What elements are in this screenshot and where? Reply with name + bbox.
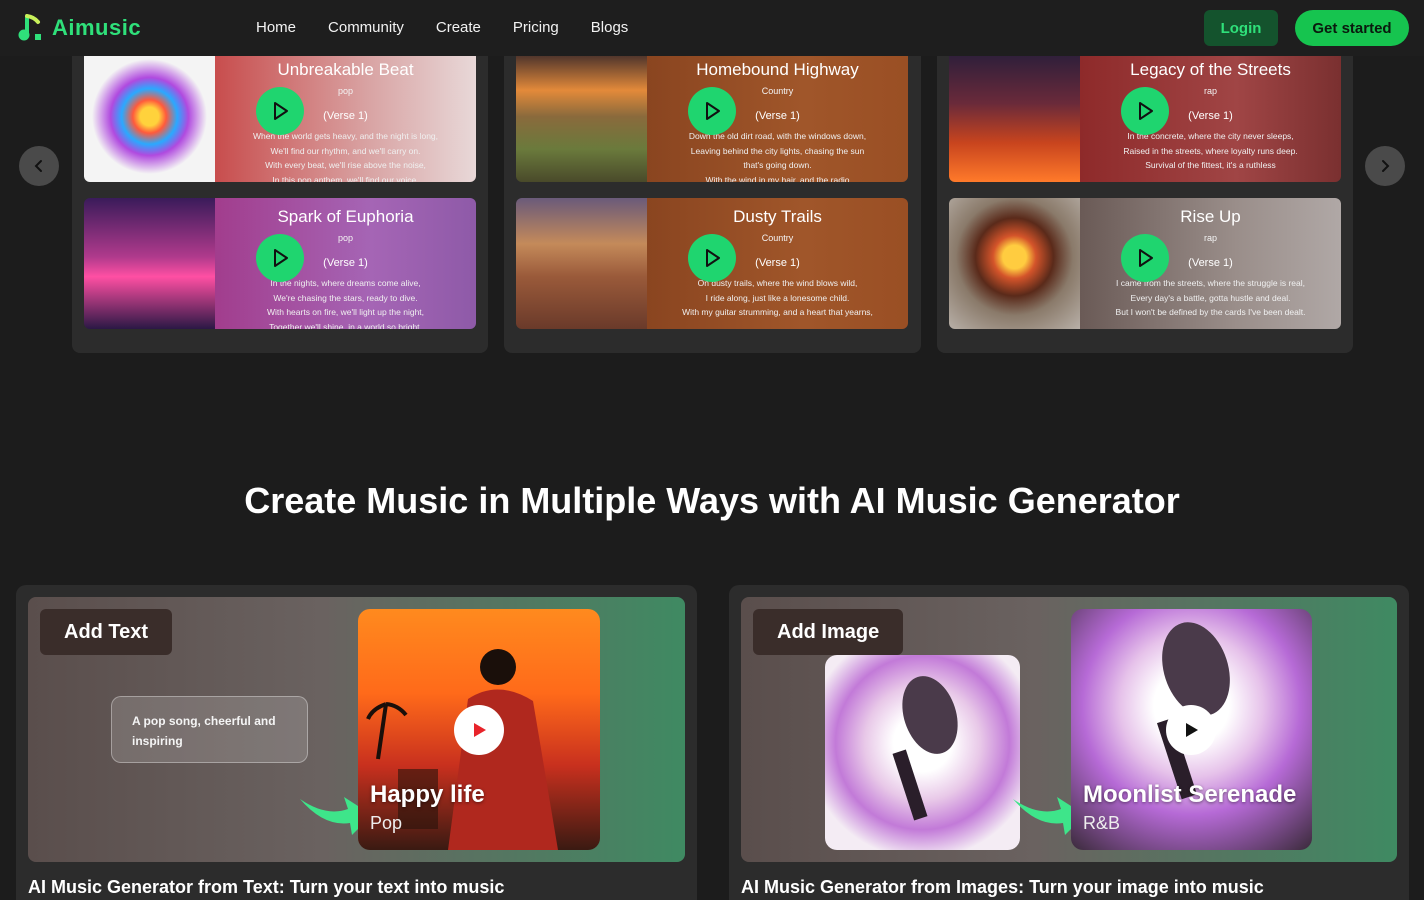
song-cover <box>84 51 215 182</box>
song-lyrics: In the concrete, where the city never sl… <box>1123 131 1298 170</box>
nav-create[interactable]: Create <box>436 19 481 36</box>
song-artwork[interactable]: Moonlist Serenade R&B <box>1071 609 1312 850</box>
play-button[interactable] <box>1121 234 1169 282</box>
song-lyrics: When the world gets heavy, and the night… <box>252 131 439 182</box>
song-info: Spark of Euphoria pop (Verse 1) In the n… <box>215 198 476 329</box>
song-verse: (Verse 1) <box>1188 110 1233 122</box>
artwork-title: Happy life <box>370 781 485 808</box>
song-genre: Country <box>761 233 794 243</box>
song-title: Dusty Trails <box>733 207 822 226</box>
song-lyrics: Down the old dirt road, with the windows… <box>688 131 867 182</box>
song-cover <box>516 51 647 182</box>
play-icon <box>706 249 720 267</box>
song-info: Legacy of the Streets rap (Verse 1) In t… <box>1080 51 1341 182</box>
carousel-prev-button[interactable] <box>19 146 59 186</box>
play-icon <box>1139 102 1153 120</box>
logo-text: Aimusic <box>52 15 142 40</box>
play-button[interactable] <box>256 87 304 135</box>
feature-preview: Add Image Moonlist Serenade R&B <box>741 597 1397 862</box>
song-info: Rise Up rap (Verse 1) I came from the st… <box>1080 198 1341 329</box>
play-button[interactable] <box>1121 87 1169 135</box>
song-genre: pop <box>337 86 354 96</box>
song-title: Rise Up <box>1180 207 1241 226</box>
song-cover <box>949 51 1080 182</box>
song-cover <box>949 198 1080 329</box>
song-verse: (Verse 1) <box>323 257 368 269</box>
prompt-input[interactable]: A pop song, cheerful and inspiring <box>111 696 308 763</box>
play-button[interactable] <box>688 87 736 135</box>
song-artwork[interactable]: Happy life Pop <box>358 609 600 850</box>
play-icon <box>1139 249 1153 267</box>
song-card[interactable]: Unbreakable Beat pop (Verse 1) When the … <box>84 51 476 182</box>
feature-card-text: Add Text A pop song, cheerful and inspir… <box>16 585 697 900</box>
feature-preview: Add Text A pop song, cheerful and inspir… <box>28 597 685 862</box>
play-icon <box>474 723 486 737</box>
artwork-genre: R&B <box>1083 813 1121 833</box>
song-genre: Country <box>761 86 794 96</box>
song-verse: (Verse 1) <box>1188 257 1233 269</box>
play-icon <box>706 102 720 120</box>
song-card[interactable]: Rise Up rap (Verse 1) I came from the st… <box>949 198 1341 329</box>
get-started-button[interactable]: Get started <box>1295 10 1409 46</box>
chevron-left-icon <box>34 160 42 172</box>
song-info: Dusty Trails Country (Verse 1) On dusty … <box>647 198 908 329</box>
song-genre: pop <box>337 233 354 243</box>
song-title: Legacy of the Streets <box>1130 60 1291 79</box>
song-verse: (Verse 1) <box>755 257 800 269</box>
microphone-icon <box>892 676 958 821</box>
nav-links: Home Community Create Pricing Blogs <box>256 19 660 36</box>
song-lyrics: On dusty trails, where the wind blows wi… <box>682 278 873 317</box>
login-button[interactable]: Login <box>1204 10 1278 46</box>
song-lyrics: I came from the streets, where the strug… <box>1115 278 1306 317</box>
nav-home[interactable]: Home <box>256 19 296 36</box>
song-card[interactable]: Spark of Euphoria pop (Verse 1) In the n… <box>84 198 476 329</box>
play-button[interactable] <box>688 234 736 282</box>
feature-tag: Add Image <box>753 609 904 655</box>
song-verse: (Verse 1) <box>323 110 368 122</box>
nav-community[interactable]: Community <box>328 19 404 36</box>
feature-caption: AI Music Generator from Text: Turn your … <box>28 877 505 897</box>
song-card[interactable]: Dusty Trails Country (Verse 1) On dusty … <box>516 198 908 329</box>
song-card[interactable]: Homebound Highway Country (Verse 1) Down… <box>516 51 908 182</box>
song-card[interactable]: Legacy of the Streets rap (Verse 1) In t… <box>949 51 1341 182</box>
song-title: Spark of Euphoria <box>277 207 414 226</box>
play-icon <box>274 102 288 120</box>
carousel-next-button[interactable] <box>1365 146 1405 186</box>
song-cover <box>516 198 647 329</box>
section-title: Create Music in Multiple Ways with AI Mu… <box>244 480 1180 521</box>
song-info: Unbreakable Beat pop (Verse 1) When the … <box>215 51 476 182</box>
artwork-genre: Pop <box>370 813 403 833</box>
play-button[interactable] <box>454 705 504 755</box>
artwork-title: Moonlist Serenade <box>1083 781 1297 808</box>
nav-blogs[interactable]: Blogs <box>591 19 629 36</box>
logo[interactable]: Aimusic <box>18 14 141 42</box>
source-image[interactable] <box>825 655 1020 850</box>
feature-card-image: Add Image Moonlist Serenade R&B AI Music… <box>729 585 1409 900</box>
chevron-right-icon <box>1382 160 1390 172</box>
top-nav: Aimusic Home Community Create Pricing Bl… <box>0 0 1424 56</box>
song-cover <box>84 198 215 329</box>
play-button[interactable] <box>1166 705 1216 755</box>
nav-pricing[interactable]: Pricing <box>513 19 559 36</box>
song-lyrics: In the nights, where dreams come alive, … <box>266 278 425 329</box>
play-icon <box>274 249 288 267</box>
play-icon <box>1186 723 1198 737</box>
song-title: Homebound Highway <box>696 60 859 79</box>
song-title: Unbreakable Beat <box>277 60 414 79</box>
music-note-icon <box>18 14 41 41</box>
play-button[interactable] <box>256 234 304 282</box>
feature-tag: Add Text <box>40 609 173 655</box>
song-genre: rap <box>1203 86 1217 96</box>
feature-caption: AI Music Generator from Images: Turn you… <box>741 877 1264 897</box>
song-verse: (Verse 1) <box>755 110 800 122</box>
song-info: Homebound Highway Country (Verse 1) Down… <box>647 51 908 182</box>
song-genre: rap <box>1203 233 1217 243</box>
